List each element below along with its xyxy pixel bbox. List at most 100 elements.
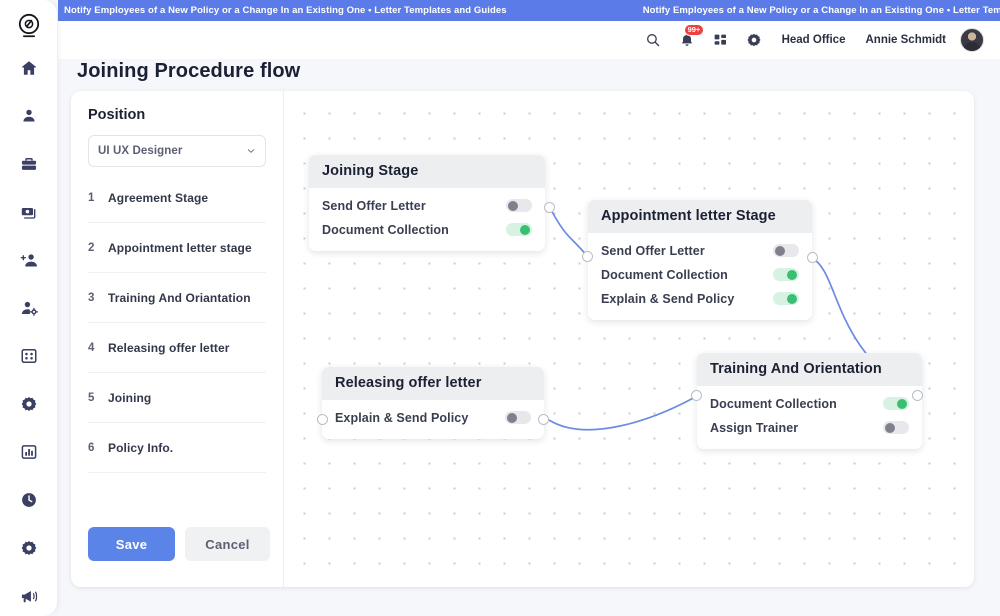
flow-task-row: Document Collection (322, 218, 532, 241)
flow-node-title: Joining Stage (309, 155, 545, 188)
stage-list: 1 Agreement Stage 2 Appointment letter s… (88, 173, 266, 473)
flow-node-releasing-offer-letter[interactable]: Releasing offer letter Explain & Send Po… (322, 367, 544, 439)
flow-port-out-training-and-orientation[interactable] (912, 390, 923, 401)
stage-name: Appointment letter stage (108, 241, 252, 255)
cancel-button[interactable]: Cancel (185, 527, 270, 561)
flow-task-toggle[interactable] (773, 292, 799, 305)
stage-number: 5 (88, 392, 108, 404)
page-title: Joining Procedure flow (77, 60, 300, 83)
sidebar-item-employee[interactable] (0, 92, 58, 140)
stage-list-item[interactable]: 3 Training And Oriantation (88, 273, 266, 323)
sidebar-item-employee-settings[interactable] (0, 284, 58, 332)
sidebar-rail (0, 0, 58, 616)
flow-port-in-releasing-offer-letter[interactable] (317, 414, 328, 425)
stage-name: Policy Info. (108, 441, 173, 455)
flow-task-label: Send Offer Letter (322, 199, 426, 213)
sidebar-item-payroll[interactable] (0, 188, 58, 236)
flow-task-label: Document Collection (322, 223, 449, 237)
flow-node-appointment-letter-stage[interactable]: Appointment letter Stage Send Offer Lett… (588, 200, 812, 320)
user-avatar[interactable] (960, 28, 984, 52)
settings-gear-icon[interactable] (746, 32, 762, 48)
flow-task-row: Document Collection (710, 392, 909, 415)
sidebar-item-configuration[interactable] (0, 524, 58, 572)
user-name[interactable]: Annie Schmidt (865, 34, 946, 46)
flow-task-row: Explain & Send Policy (335, 406, 531, 429)
search-icon[interactable] (645, 32, 661, 48)
position-form-column: Position UI UX Designer 1 Agreement Stag… (71, 91, 284, 587)
stage-list-item[interactable]: 1 Agreement Stage (88, 173, 266, 223)
flow-task-label: Document Collection (710, 397, 837, 411)
flow-node-tasks: Explain & Send Policy (322, 400, 544, 439)
stage-list-item[interactable]: 6 Policy Info. (88, 423, 266, 473)
app-logo-icon[interactable] (13, 10, 45, 42)
flow-port-in-appointment-letter-stage[interactable] (582, 251, 593, 262)
form-actions: Save Cancel (88, 527, 270, 561)
stage-number: 2 (88, 242, 108, 254)
flow-port-in-training-and-orientation[interactable] (691, 390, 702, 401)
sidebar-icon-list (0, 44, 58, 616)
position-label: Position (88, 107, 266, 123)
flow-task-row: Explain & Send Policy (601, 287, 799, 310)
flow-task-label: Send Offer Letter (601, 244, 705, 258)
flow-port-out-appointment-letter-stage[interactable] (807, 252, 818, 263)
sidebar-item-add-employee[interactable] (0, 236, 58, 284)
flow-task-label: Document Collection (601, 268, 728, 282)
stage-number: 3 (88, 292, 108, 304)
flow-task-toggle[interactable] (773, 244, 799, 257)
stage-list-item[interactable]: 4 Releasing offer letter (88, 323, 266, 373)
marquee-text-2: Notify Employees of a New Policy or a Ch… (637, 5, 1000, 16)
sidebar-item-attendance-clock[interactable] (0, 476, 58, 524)
sidebar-item-announcements[interactable] (0, 572, 58, 616)
sidebar-item-analytics[interactable] (0, 428, 58, 476)
stage-list-item[interactable]: 2 Appointment letter stage (88, 223, 266, 273)
save-button[interactable]: Save (88, 527, 175, 561)
flow-task-toggle[interactable] (883, 397, 909, 410)
flow-canvas[interactable]: Joining Stage Send Offer Letter Document… (284, 91, 974, 587)
flow-node-training-and-orientation[interactable]: Training And Orientation Document Collec… (697, 353, 922, 449)
sidebar-item-dashboard[interactable] (0, 332, 58, 380)
marquee-text-1: Notify Employees of a New Policy or a Ch… (58, 5, 637, 16)
sidebar-item-jobs[interactable] (0, 140, 58, 188)
flow-node-tasks: Send Offer Letter Document Collection Ex… (588, 233, 812, 320)
announcement-marquee: Notify Employees of a New Policy or a Ch… (58, 0, 1000, 21)
flow-node-joining-stage[interactable]: Joining Stage Send Offer Letter Document… (309, 155, 545, 251)
flow-node-tasks: Document Collection Assign Trainer (697, 386, 922, 449)
sidebar-item-settings[interactable] (0, 380, 58, 428)
flow-task-toggle[interactable] (506, 223, 532, 236)
apps-grid-icon[interactable] (713, 33, 728, 48)
stage-name: Agreement Stage (108, 191, 208, 205)
flow-task-row: Send Offer Letter (601, 239, 799, 262)
flow-task-row: Send Offer Letter (322, 194, 532, 217)
chevron-down-icon (246, 146, 256, 156)
position-select[interactable]: UI UX Designer (88, 135, 266, 167)
flow-task-label: Explain & Send Policy (335, 411, 468, 425)
sidebar-item-home[interactable] (0, 44, 58, 92)
flow-task-row: Document Collection (601, 263, 799, 286)
flow-task-label: Explain & Send Policy (601, 292, 734, 306)
flow-task-toggle[interactable] (506, 199, 532, 212)
stage-name: Releasing offer letter (108, 341, 230, 355)
position-select-value: UI UX Designer (98, 145, 182, 157)
flow-node-title: Training And Orientation (697, 353, 922, 386)
notification-badge: 99+ (684, 24, 705, 36)
flow-node-title: Appointment letter Stage (588, 200, 812, 233)
flow-task-toggle[interactable] (883, 421, 909, 434)
stage-number: 4 (88, 342, 108, 354)
flow-task-toggle[interactable] (505, 411, 531, 424)
office-selector[interactable]: Head Office (782, 34, 846, 46)
stage-number: 1 (88, 192, 108, 204)
stage-number: 6 (88, 442, 108, 454)
notification-bell-icon[interactable]: 99+ (679, 32, 695, 48)
flow-port-out-releasing-offer-letter[interactable] (538, 414, 549, 425)
flow-node-title: Releasing offer letter (322, 367, 544, 400)
flow-port-out-joining-stage[interactable] (544, 202, 555, 213)
flow-node-tasks: Send Offer Letter Document Collection (309, 188, 545, 251)
main-panel: Position UI UX Designer 1 Agreement Stag… (71, 91, 974, 587)
stage-list-item[interactable]: 5 Joining (88, 373, 266, 423)
top-bar: 99+ Head Office Annie Schmidt (58, 21, 1000, 59)
app-window: Notify Employees of a New Policy or a Ch… (0, 0, 1000, 616)
stage-name: Joining (108, 391, 151, 405)
flow-task-label: Assign Trainer (710, 421, 798, 435)
flow-task-toggle[interactable] (773, 268, 799, 281)
stage-name: Training And Oriantation (108, 291, 251, 305)
